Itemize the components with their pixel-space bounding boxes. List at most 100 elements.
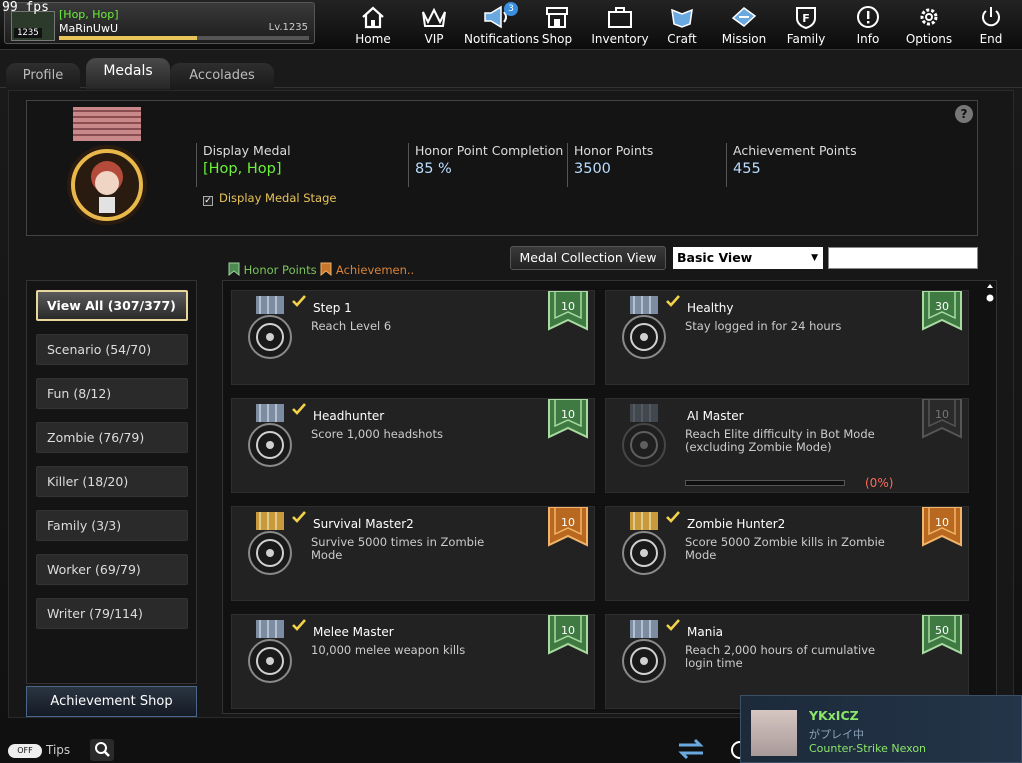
points-ribbon: 10	[548, 290, 588, 331]
completion-stat: Honor Point Completion 85 %	[408, 143, 563, 187]
medal-list: Step 1 Reach Level 6 10 Healthy Stay logged …	[222, 280, 997, 714]
fps-counter: 99 fps	[2, 0, 49, 15]
medal-description: Reach Elite difficulty in Bot Mode (excl…	[685, 427, 875, 454]
medal-card[interactable]: Melee Master 10,000 melee weapon kills 10	[231, 614, 595, 709]
display-stage-label: Display Medal Stage	[219, 191, 337, 205]
category-zombie[interactable]: Zombie (76/79)	[36, 422, 188, 453]
nav-end[interactable]: End	[959, 4, 1022, 46]
craft-icon	[671, 8, 693, 28]
points-ribbon: 10	[922, 506, 962, 547]
notification-user: YKxICZ	[809, 708, 859, 723]
swap-icon[interactable]	[676, 737, 706, 761]
display-stage-checkbox[interactable]: ✓ Display Medal Stage	[203, 191, 336, 206]
scroll-up-icon[interactable]	[985, 282, 995, 312]
nav-vip[interactable]: VIP	[402, 4, 466, 46]
category-killer[interactable]: Killer (18/20)	[36, 466, 188, 497]
points-value: 50	[935, 624, 949, 637]
medal-title: Melee Master	[313, 625, 394, 639]
notification-status: がプレイ中	[809, 728, 864, 741]
medal-card[interactable]: Headhunter Score 1,000 headshots 10	[231, 398, 595, 493]
achievement-points-stat: Achievement Points 455	[726, 143, 857, 187]
tab-accolades[interactable]: Accolades	[170, 63, 274, 89]
category-scenario[interactable]: Scenario (54/70)	[36, 334, 188, 365]
category-worker[interactable]: Worker (69/79)	[36, 554, 188, 585]
achievement-ribbon-icon	[320, 262, 332, 277]
notification-badge: 3	[504, 2, 518, 16]
nav-label: Family	[786, 32, 826, 46]
nav-label: Inventory	[591, 32, 649, 46]
nav-label: Home	[355, 32, 391, 46]
search-icon[interactable]	[90, 739, 114, 761]
user-info-box[interactable]: 1235 [Hop, Hop] MaRinUwU Lv.1235	[4, 2, 315, 44]
checkmark-icon	[666, 619, 680, 631]
avatar: 1235	[11, 11, 55, 41]
tab-profile[interactable]: Profile	[6, 63, 80, 89]
points-ribbon: 10	[548, 614, 588, 655]
checkmark-icon	[292, 511, 306, 523]
achievement-shop-button[interactable]: Achievement Shop	[26, 686, 197, 717]
nav-label: VIP	[424, 32, 444, 46]
briefcase-icon	[608, 7, 632, 28]
username: MaRinUwU	[59, 22, 119, 35]
steam-notification[interactable]: YKxICZ がプレイ中 Counter-Strike Nexon	[740, 695, 1022, 763]
nav-options[interactable]: Options	[897, 4, 961, 46]
medal-card[interactable]: Step 1 Reach Level 6 10	[231, 290, 595, 385]
tips-toggle[interactable]: OFF Tips	[8, 743, 70, 758]
avatar	[751, 710, 797, 756]
legend-achievement-label: Achievemen..	[335, 263, 415, 277]
category-fun[interactable]: Fun (8/12)	[36, 378, 188, 409]
category-view-all[interactable]: View All (307/377)	[36, 290, 188, 321]
nav-label: Options	[905, 32, 953, 46]
progress-percent: (0%)	[865, 476, 894, 490]
svg-text:F: F	[802, 12, 810, 25]
medal-search-input[interactable]	[828, 247, 978, 269]
display-medal-value: [Hop, Hop]	[203, 161, 282, 177]
medal-card[interactable]: Zombie Hunter2 Score 5000 Zombie kills in…	[605, 506, 969, 601]
user-medal-tag: [Hop, Hop]	[59, 8, 119, 21]
family-shield-icon: F	[796, 7, 816, 30]
medal-card[interactable]: Survival Master2 Survive 5000 times in Zo…	[231, 506, 595, 601]
medal-card[interactable]: Healthy Stay logged in for 24 hours 30	[605, 290, 969, 385]
medal-description: Score 5000 Zombie kills in Zombie Mode	[685, 535, 885, 562]
medal-title: Mania	[687, 625, 723, 639]
display-medal-box: Display Medal [Hop, Hop] Honor Point Com…	[26, 100, 978, 236]
nav-family[interactable]: F Family	[774, 4, 838, 46]
nav-inventory[interactable]: Inventory	[588, 4, 652, 46]
medal-collection-view-button[interactable]: Medal Collection View	[510, 246, 666, 270]
home-icon	[362, 6, 384, 29]
nav-shop[interactable]: Shop	[525, 4, 589, 46]
category-family[interactable]: Family (3/3)	[36, 510, 188, 541]
medal-icon	[622, 404, 666, 467]
nav-info[interactable]: Info	[836, 4, 900, 46]
top-bar: 99 fps 1235 [Hop, Hop] MaRinUwU Lv.1235 …	[0, 0, 1022, 50]
completion-value: 85 %	[415, 161, 452, 177]
gear-icon	[920, 8, 938, 26]
toggle-switch[interactable]: OFF	[8, 743, 42, 758]
points-legend: Honor Points Achievemen..	[228, 262, 414, 277]
honor-points-label: Honor Points	[574, 143, 654, 158]
help-button[interactable]: ?	[955, 105, 973, 123]
tips-label: Tips	[46, 743, 71, 757]
medal-title: Survival Master2	[313, 517, 414, 531]
points-value: 10	[935, 408, 949, 421]
points-value: 10	[561, 516, 575, 529]
display-medal-icon	[67, 107, 147, 225]
category-sidebar: View All (307/377) Scenario (54/70) Fun …	[26, 280, 197, 684]
legend-honor-label: Honor Points	[243, 263, 317, 277]
notification-game: Counter-Strike Nexon	[809, 742, 927, 755]
medal-title: Step 1	[313, 301, 352, 315]
category-writer[interactable]: Writer (79/114)	[36, 598, 188, 629]
xp-bar	[59, 36, 309, 40]
nav-mission[interactable]: Mission	[712, 4, 776, 46]
checkbox[interactable]: ✓	[203, 196, 213, 206]
medal-card[interactable]: AI Master Reach Elite difficulty in Bot M…	[605, 398, 969, 493]
view-select[interactable]: Basic View ▼	[673, 247, 823, 269]
nav-notifications[interactable]: 3 Notifications	[464, 2, 539, 46]
tab-medals[interactable]: Medals	[86, 58, 170, 89]
honor-ribbon-icon	[228, 262, 240, 277]
nav-craft[interactable]: Craft	[650, 4, 714, 46]
scrollbar[interactable]	[985, 282, 995, 712]
completion-label: Honor Point Completion	[415, 143, 564, 158]
nav-home[interactable]: Home	[341, 4, 405, 46]
checkmark-icon	[292, 619, 306, 631]
